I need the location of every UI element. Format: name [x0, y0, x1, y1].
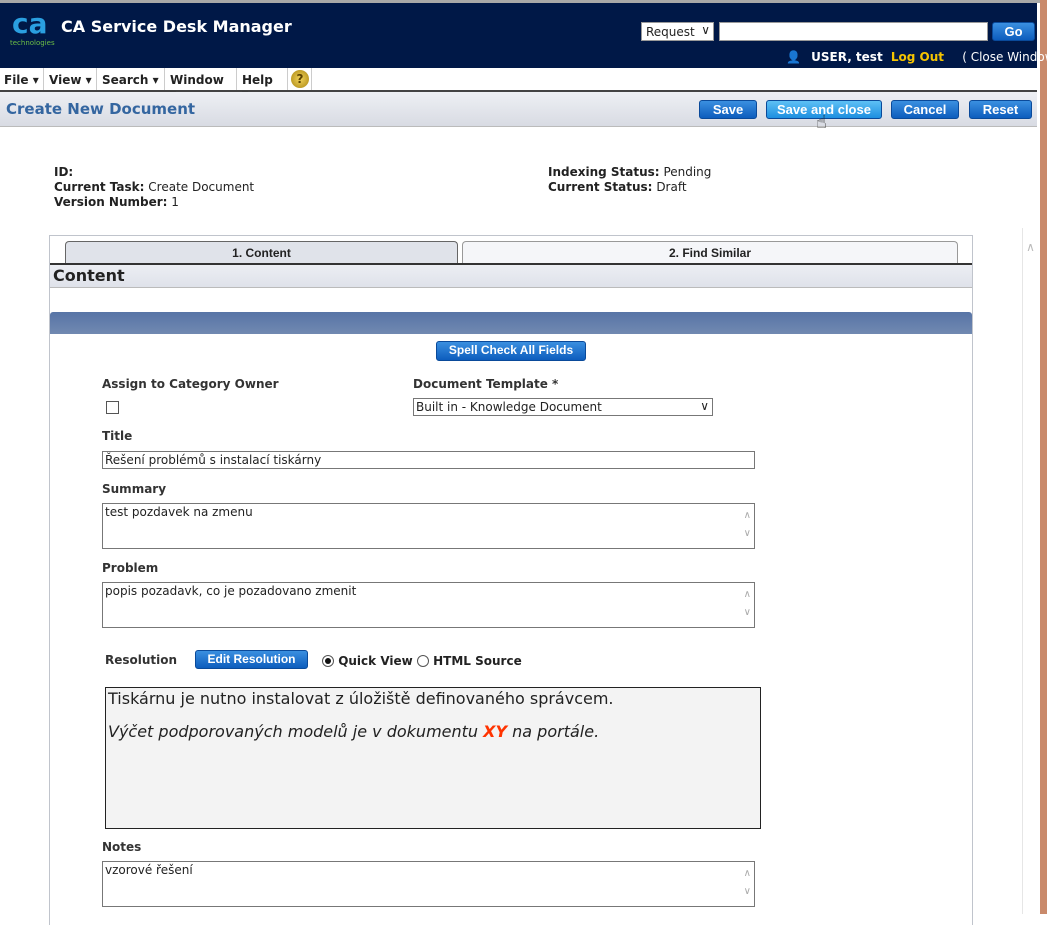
page-title: Create New Document — [6, 100, 196, 118]
user-line: 👤 USER, test Log Out ( Close Window ) — [786, 50, 1047, 64]
view-mode-radios: Quick View HTML Source — [322, 654, 522, 668]
menu-search[interactable]: Search ▾ — [98, 68, 165, 90]
quick-view-label[interactable]: Quick View — [338, 654, 413, 668]
go-button[interactable]: Go — [992, 22, 1035, 41]
quick-view-radio[interactable] — [322, 655, 334, 667]
section-title: Content — [50, 263, 972, 288]
template-select[interactable]: Built in - Knowledge Document ∨ — [413, 398, 713, 416]
template-label: Document Template * — [413, 377, 559, 391]
hand-cursor-icon: ☝ — [816, 112, 827, 133]
status-label: Current Status: — [548, 180, 653, 194]
version-value: 1 — [171, 195, 179, 209]
assign-label: Assign to Category Owner — [102, 377, 279, 391]
task-value: Create Document — [148, 180, 255, 194]
summary-value: test pozdavek na zmenu — [105, 505, 253, 519]
indexing-label: Indexing Status: — [548, 165, 660, 179]
menu-view[interactable]: View ▾ — [45, 68, 97, 90]
app-title: CA Service Desk Manager — [61, 17, 292, 36]
svg-text:technologies: technologies — [10, 39, 55, 47]
info-right: Indexing Status: Pending Current Status:… — [548, 165, 711, 195]
chevron-down-icon: ∨ — [700, 399, 709, 413]
tab-content[interactable]: 1. Content — [65, 241, 458, 264]
save-button[interactable]: Save — [699, 100, 757, 119]
notes-label: Notes — [102, 840, 142, 854]
user-name: USER, test — [811, 50, 883, 64]
status-value: Draft — [656, 180, 687, 194]
cancel-button[interactable]: Cancel — [891, 100, 959, 119]
menu-file[interactable]: File ▾ — [0, 68, 44, 90]
resolution-line-1: Tiskárnu je nutno instalovat z úložiště … — [108, 689, 614, 708]
scroll-up-icon[interactable]: ∧ — [1023, 240, 1038, 254]
summary-textarea[interactable]: test pozdavek na zmenu ∧ ∨ — [102, 503, 755, 549]
menu-bar: File ▾ View ▾ Search ▾ Window ▾ Help ▾ ? — [0, 68, 1037, 101]
spell-check-button[interactable]: Spell Check All Fields — [436, 341, 586, 361]
svg-text:ca: ca — [12, 9, 48, 40]
summary-label: Summary — [102, 482, 167, 496]
menu-help[interactable]: Help ▾ — [238, 68, 288, 101]
document-panel: 1. Content 2. Find Similar Content Spell… — [49, 235, 973, 925]
window-right-border — [1040, 0, 1047, 914]
html-source-label[interactable]: HTML Source — [433, 654, 522, 668]
app-header: ca technologies CA Service Desk Manager … — [0, 3, 1047, 68]
problem-value: popis pozadavk, co je pozadovano zmenit — [105, 584, 357, 598]
title-bar: Create New Document Save Save and close … — [0, 92, 1037, 127]
problem-textarea[interactable]: popis pozadavk, co je pozadovano zmenit ∧… — [102, 582, 755, 628]
search-type-select[interactable]: Request ∨ — [641, 22, 714, 41]
resolution-highlight: XY — [483, 722, 508, 741]
logout-link[interactable]: Log Out — [891, 50, 944, 64]
textarea-scroll-icon[interactable]: ∧ ∨ — [744, 586, 751, 622]
textarea-scroll-icon[interactable]: ∧ ∨ — [744, 507, 751, 543]
title-label: Title — [102, 429, 133, 443]
id-label: ID: — [54, 165, 74, 179]
notes-value: vzorové řešení — [105, 863, 193, 877]
resolution-label: Resolution — [105, 653, 178, 667]
scrollbar[interactable]: ∧ — [1022, 228, 1038, 914]
html-source-radio[interactable] — [416, 655, 429, 667]
textarea-scroll-icon[interactable]: ∧ ∨ — [744, 865, 751, 901]
section-bar — [50, 312, 972, 334]
menu-window[interactable]: Window ▾ — [166, 68, 237, 101]
assign-checkbox[interactable] — [106, 401, 119, 414]
close-window-link[interactable]: ( Close Window ) — [962, 50, 1047, 64]
reset-button[interactable]: Reset — [969, 100, 1032, 119]
info-left: ID: Current Task: Create Document Versio… — [54, 165, 254, 210]
ca-logo: ca technologies — [10, 9, 55, 47]
search-type-value: Request — [646, 25, 695, 39]
edit-resolution-button[interactable]: Edit Resolution — [195, 650, 308, 669]
problem-label: Problem — [102, 561, 159, 575]
user-icon: 👤 — [786, 50, 801, 64]
search-input[interactable] — [719, 22, 988, 41]
resolution-preview: Tiskárnu je nutno instalovat z úložiště … — [105, 687, 761, 829]
indexing-value: Pending — [663, 165, 712, 179]
version-label: Version Number: — [54, 195, 168, 209]
resolution-line-2: Výčet podporovaných modelů je v dokument… — [108, 721, 758, 743]
chevron-down-icon: ∨ — [701, 23, 710, 37]
task-label: Current Task: — [54, 180, 145, 194]
resolution-text: na portále. — [507, 722, 600, 741]
tab-find-similar[interactable]: 2. Find Similar — [462, 241, 958, 264]
resolution-text: Výčet podporovaných modelů je v dokument… — [108, 722, 484, 741]
help-icon[interactable]: ? — [289, 68, 312, 90]
template-value: Built in - Knowledge Document — [416, 400, 602, 414]
title-input[interactable]: Řešení problémů s instalací tiskárny — [102, 451, 755, 469]
notes-textarea[interactable]: vzorové řešení ∧ ∨ — [102, 861, 755, 907]
